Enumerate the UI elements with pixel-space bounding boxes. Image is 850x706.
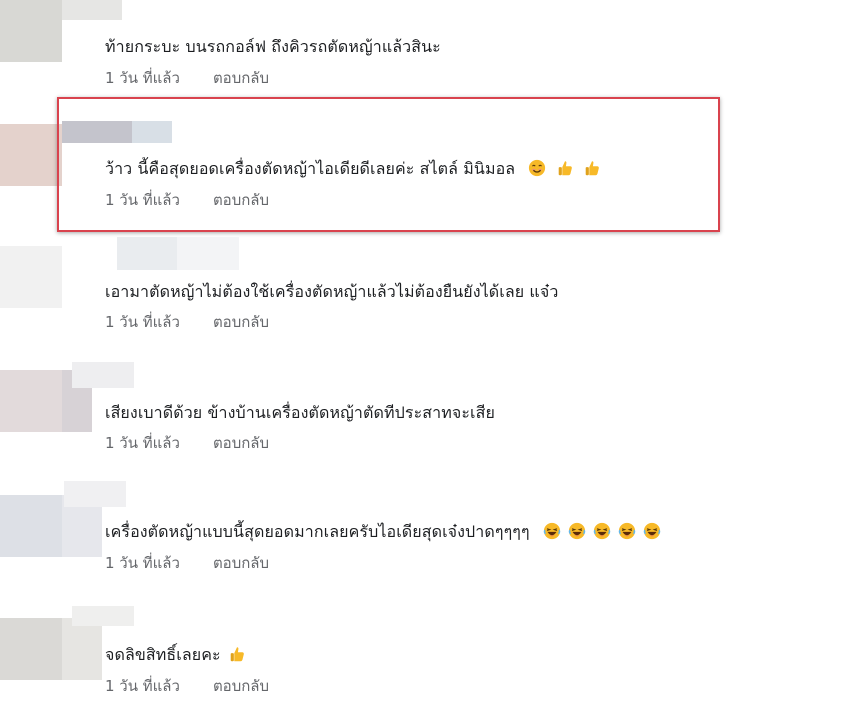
thumbs-up-icon bbox=[230, 647, 244, 662]
reply-link[interactable]: ตอบกลับ bbox=[213, 674, 269, 698]
username-blur[interactable] bbox=[117, 237, 177, 270]
comment-timestamp[interactable]: 1 วัน ที่แล้ว bbox=[105, 551, 180, 575]
highlight-box bbox=[57, 97, 720, 232]
reply-link[interactable]: ตอบกลับ bbox=[213, 551, 269, 575]
laughing-face-icon bbox=[543, 522, 561, 540]
comment-meta: 1 วัน ที่แล้ว ตอบกลับ bbox=[105, 310, 269, 334]
username-blur bbox=[72, 606, 134, 626]
comment-text-body: จดลิขสิทธิ์เลยคะ bbox=[105, 645, 221, 664]
avatar[interactable] bbox=[0, 618, 62, 680]
username-blur bbox=[64, 481, 126, 507]
comment-timestamp[interactable]: 1 วัน ที่แล้ว bbox=[105, 674, 180, 698]
laughing-face-icon bbox=[568, 522, 586, 540]
reply-link[interactable]: ตอบกลับ bbox=[213, 310, 269, 334]
comment-meta: 1 วัน ที่แล้ว ตอบกลับ bbox=[105, 431, 269, 455]
avatar[interactable] bbox=[0, 246, 62, 308]
comment-text: จดลิขสิทธิ์เลยคะ bbox=[105, 643, 246, 668]
comment-timestamp[interactable]: 1 วัน ที่แล้ว bbox=[105, 431, 180, 455]
username-blur[interactable] bbox=[62, 618, 102, 680]
laughing-face-icon bbox=[593, 522, 611, 540]
username-blur bbox=[72, 362, 134, 388]
laughing-face-icon bbox=[618, 522, 636, 540]
reply-link[interactable]: ตอบกลับ bbox=[213, 431, 269, 455]
comment-text: เสียงเบาดีด้วย ข้างบ้านเครื่องตัดหญ้าตัด… bbox=[105, 403, 495, 422]
comment-timestamp[interactable]: 1 วัน ที่แล้ว bbox=[105, 310, 180, 334]
username-blur bbox=[177, 237, 239, 270]
laughing-face-icon bbox=[643, 522, 661, 540]
comment-text: เอามาตัดหญ้าไม่ต้องใช้เครื่องตัดหญ้าแล้ว… bbox=[105, 282, 559, 301]
avatar[interactable] bbox=[0, 495, 62, 557]
comment-meta: 1 วัน ที่แล้ว ตอบกลับ bbox=[105, 674, 269, 698]
comment-meta: 1 วัน ที่แล้ว ตอบกลับ bbox=[105, 551, 269, 575]
comment-text: เครื่องตัดหญ้าแบบนี้สุดยอดมากเลยครับไอเด… bbox=[105, 520, 661, 545]
comment-text-body: เครื่องตัดหญ้าแบบนี้สุดยอดมากเลยครับไอเด… bbox=[105, 522, 530, 541]
comment: จดลิขสิทธิ์เลยคะ 1 วัน ที่แล้ว ตอบกลับ bbox=[0, 0, 850, 695]
avatar[interactable] bbox=[0, 124, 62, 186]
avatar[interactable] bbox=[0, 370, 62, 432]
emoji-group bbox=[535, 522, 661, 541]
